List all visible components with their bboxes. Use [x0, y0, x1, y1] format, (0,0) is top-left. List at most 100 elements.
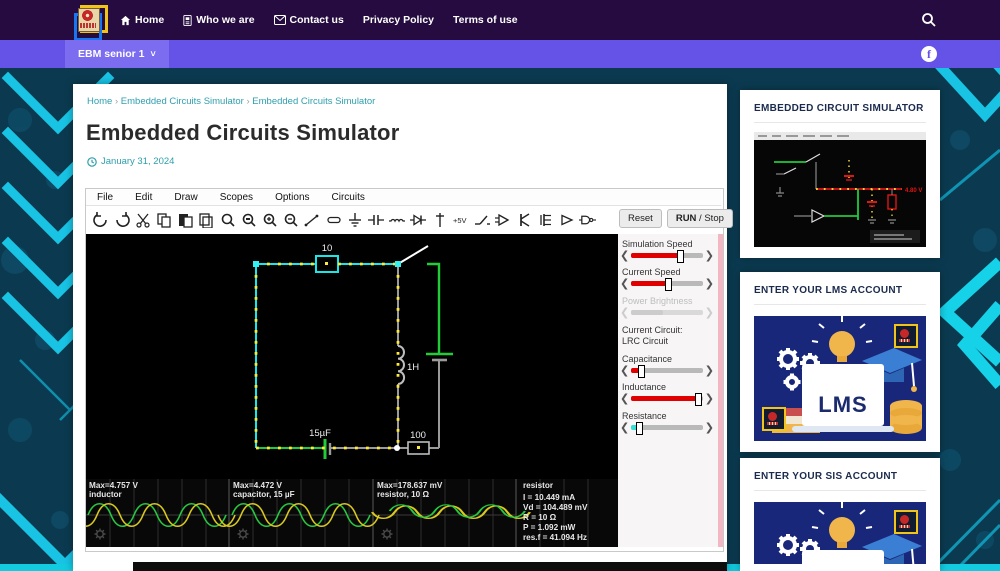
oscilloscope-strip[interactable]: Max=4.757 V inductor Max=4.472 V capacit… — [86, 479, 618, 547]
circuit-canvas[interactable]: 10 1H 15µF 100 Max=4.757 V inductor Max=… — [86, 234, 618, 547]
circuit-simulator-frame: File Edit Draw Scopes Options Circuits +… — [85, 188, 733, 552]
capacitance-slider[interactable]: ❮ ❯ — [620, 364, 714, 378]
widget-title: ENTER YOUR LMS ACCOUNT — [754, 285, 903, 296]
voltage-5v-tool-icon[interactable]: +5V — [452, 212, 469, 229]
copy-icon[interactable] — [156, 212, 173, 229]
run-stop-button[interactable]: RUN / Stop — [666, 209, 733, 228]
slider-right-arrow[interactable]: ❯ — [705, 250, 714, 261]
slider-thumb[interactable] — [676, 250, 684, 263]
nav-label: Terms of use — [453, 14, 518, 26]
nav-item-terms-of-use[interactable]: Terms of use — [453, 14, 518, 26]
menu-circuits[interactable]: Circuits — [321, 192, 376, 203]
search-icon[interactable] — [920, 11, 938, 29]
slider-right-arrow[interactable]: ❯ — [705, 278, 714, 289]
resistor-tool-icon[interactable] — [325, 212, 342, 229]
resistance-slider[interactable]: ❮ ❯ — [620, 421, 714, 435]
main-content-panel: Home › Embedded Circuits Simulator › Emb… — [73, 84, 733, 571]
menu-file[interactable]: File — [86, 192, 124, 203]
zoom-out-icon[interactable] — [283, 212, 300, 229]
duplicate-icon[interactable] — [198, 212, 215, 229]
slider-left-arrow[interactable]: ❮ — [620, 250, 629, 261]
gate-tool-icon[interactable] — [579, 212, 597, 229]
course-label: EBM senior 1 — [78, 48, 145, 60]
menu-edit[interactable]: Edit — [124, 192, 163, 203]
widget-sis-account: ENTER YOUR SIS ACCOUNT SIS — [740, 458, 940, 571]
opamp-tool-icon[interactable] — [495, 212, 512, 229]
inductor-tool-icon[interactable] — [389, 212, 406, 229]
widget-title: EMBEDDED CIRCUIT SIMULATOR — [754, 103, 924, 114]
id-card-icon — [183, 14, 192, 26]
slider-track[interactable] — [631, 422, 703, 435]
breadcrumb-level2[interactable]: Embedded Circuits Simulator — [252, 96, 375, 107]
slider-right-arrow: ❯ — [704, 306, 714, 319]
breadcrumb-separator: › — [114, 96, 119, 107]
simulation-speed-slider[interactable]: ❮ ❯ — [620, 249, 714, 263]
facebook-icon[interactable]: f — [921, 46, 937, 62]
mosfet-tool-icon[interactable] — [537, 212, 554, 229]
nav-item-privacy-policy[interactable]: Privacy Policy — [363, 14, 434, 26]
slider-right-arrow[interactable]: ❯ — [705, 365, 714, 376]
readout-vd: Vd = 104.489 mV — [523, 503, 588, 512]
redo-icon[interactable] — [113, 212, 130, 229]
paste-icon[interactable] — [177, 212, 194, 229]
logo-seal-icon — [81, 9, 94, 22]
slider-track[interactable] — [631, 278, 703, 291]
slider-thumb[interactable] — [694, 393, 702, 406]
transistor-tool-icon[interactable] — [516, 212, 533, 229]
nav-item-contact-us[interactable]: Contact us — [273, 14, 344, 26]
buffer-tool-icon[interactable] — [558, 212, 575, 229]
capacitor-tool-icon[interactable] — [367, 212, 384, 229]
nav-item-who-we-are[interactable]: Who we are — [183, 14, 255, 26]
breadcrumb-home[interactable]: Home — [87, 96, 112, 107]
simulator-scrollbar[interactable] — [718, 234, 723, 547]
simulator-thumbnail[interactable]: 4.80 V — [754, 132, 926, 247]
current-speed-slider[interactable]: ❮ ❯ — [620, 277, 714, 291]
scope3-max: Max=178.637 mV — [377, 481, 443, 490]
slider-thumb[interactable] — [636, 422, 644, 435]
course-dropdown[interactable]: EBM senior 1 ˅ — [65, 40, 169, 68]
slider-left-arrow[interactable]: ❮ — [620, 393, 629, 404]
menu-options[interactable]: Options — [264, 192, 320, 203]
nav-item-home[interactable]: Home — [120, 14, 164, 26]
slider-left-arrow[interactable]: ❮ — [620, 278, 629, 289]
switch-tool-icon[interactable] — [473, 212, 490, 229]
slider-thumb[interactable] — [665, 278, 673, 291]
diode-tool-icon[interactable] — [410, 212, 427, 229]
slider-left-arrow[interactable]: ❮ — [620, 422, 629, 433]
lms-illustration[interactable]: LMS — [754, 316, 926, 441]
slider-track — [631, 310, 703, 315]
post-date-row: January 31, 2024 — [87, 156, 174, 167]
lightbulb-icon — [811, 316, 873, 362]
ground-tool-icon[interactable] — [346, 212, 363, 229]
power-brightness-slider: ❮ ❯ — [620, 306, 714, 319]
menu-scopes[interactable]: Scopes — [209, 192, 264, 203]
voltage-source[interactable] — [426, 262, 453, 356]
sis-illustration[interactable]: SIS — [754, 502, 926, 564]
zoom-100-icon[interactable] — [240, 212, 257, 229]
slider-track[interactable] — [631, 393, 703, 406]
readout-resf: res.f = 41.094 Hz — [523, 533, 587, 542]
slider-thumb[interactable] — [638, 365, 646, 378]
find-icon[interactable] — [219, 212, 236, 229]
site-logo[interactable] — [72, 3, 108, 41]
thumbnail-voltage-label: 4.80 V — [905, 188, 922, 194]
switch-open[interactable] — [397, 245, 429, 265]
slider-left-arrow: ❮ — [620, 306, 630, 319]
slider-track[interactable] — [631, 365, 703, 378]
cut-icon[interactable] — [134, 212, 151, 229]
resistor-10-label: 10 — [322, 243, 333, 254]
scope1-label: inductor — [89, 490, 123, 499]
zoom-in-icon[interactable] — [262, 212, 279, 229]
slider-left-arrow[interactable]: ❮ — [620, 365, 629, 376]
post-date: January 31, 2024 — [101, 156, 175, 167]
reset-button[interactable]: Reset — [619, 209, 662, 228]
wire-tool-icon[interactable] — [304, 212, 321, 229]
probe-tool-icon[interactable] — [431, 212, 448, 229]
slider-right-arrow[interactable]: ❯ — [705, 422, 714, 433]
inductance-slider[interactable]: ❮ ❯ — [620, 392, 714, 406]
breadcrumb-level1[interactable]: Embedded Circuits Simulator — [121, 96, 244, 107]
undo-icon[interactable] — [92, 212, 109, 229]
slider-right-arrow[interactable]: ❯ — [705, 393, 714, 404]
menu-draw[interactable]: Draw — [163, 192, 208, 203]
slider-track[interactable] — [631, 250, 703, 263]
